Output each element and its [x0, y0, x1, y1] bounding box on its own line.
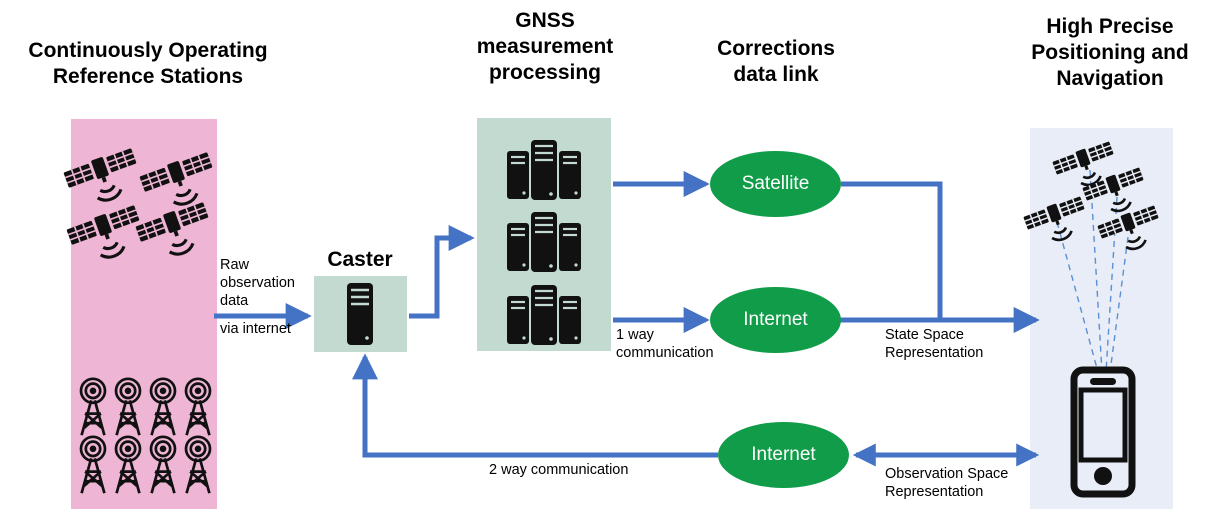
label-observation-space-representation: Observation Space Representation [885, 465, 1045, 501]
arrow-internet-2way-to-caster [352, 353, 718, 458]
label-line: Representation [885, 345, 984, 361]
label-line: data [220, 293, 249, 309]
label-raw-observation-data: Raw observation data [220, 256, 320, 310]
label-line: Representation [885, 484, 984, 500]
ellipse-label: Satellite [741, 173, 810, 194]
label-line: 1 way [616, 327, 654, 343]
label-line: communication [616, 345, 714, 361]
ellipse-satellite-link[interactable]: Satellite [710, 151, 841, 217]
label-state-space-representation: State Space Representation [885, 326, 1025, 362]
label-line: State Space [885, 327, 964, 343]
label-one-way-communication: 1 way communication [616, 326, 736, 362]
diagram-canvas: Continuously Operating Reference Station… [0, 0, 1211, 513]
label-via-internet: via internet [220, 321, 291, 337]
label-two-way-communication: 2 way communication [489, 462, 629, 478]
connector-layer [214, 171, 1040, 467]
arrow-caster-to-gnss-processing [409, 225, 475, 319]
label-line: Observation Space [885, 466, 1009, 482]
label-line: Raw [220, 257, 250, 273]
arrow-satellite-link-to-user [841, 181, 943, 320]
ellipse-internet-2way[interactable]: Internet [718, 422, 849, 488]
label-line: observation [220, 275, 295, 291]
ellipse-label: Internet [743, 309, 808, 330]
ellipse-label: Internet [751, 444, 816, 465]
